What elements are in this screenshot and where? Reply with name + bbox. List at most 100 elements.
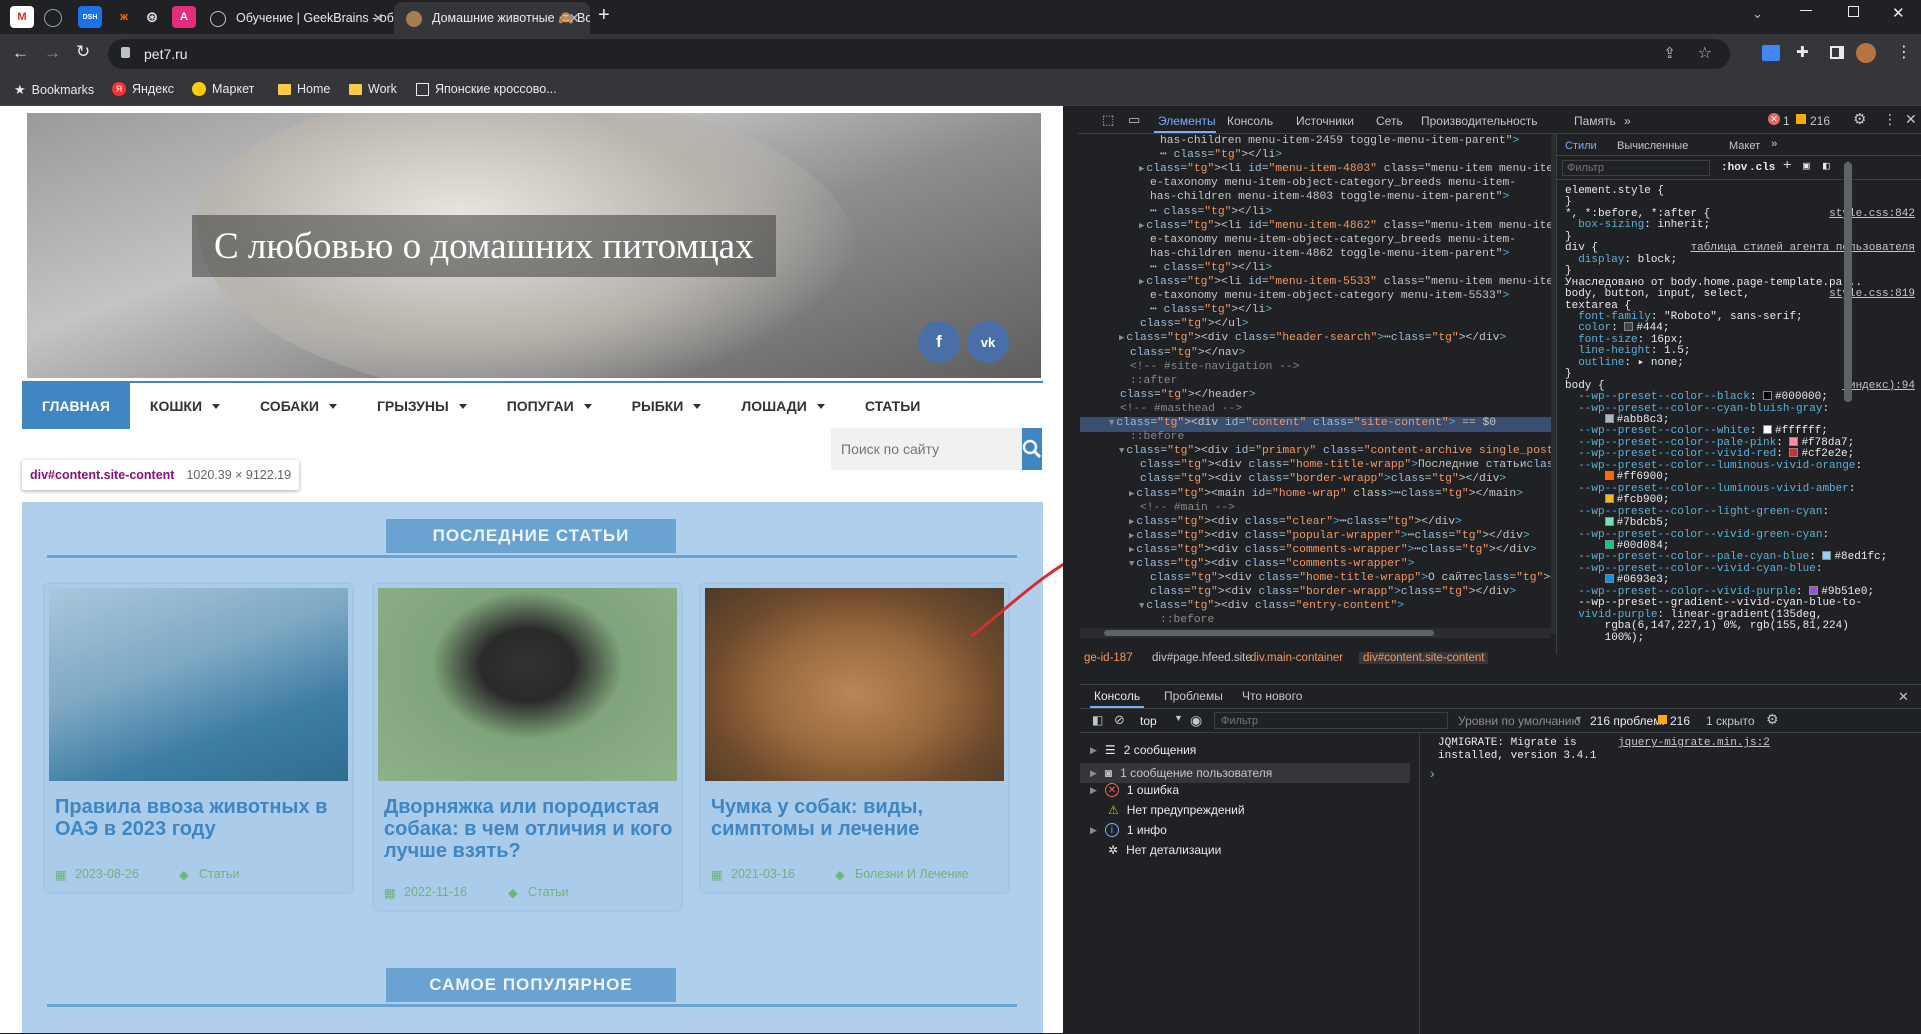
bookmark-market[interactable]: Маркет xyxy=(192,82,254,96)
nav-item-fish[interactable]: РЫБКИ xyxy=(612,383,722,429)
bookmark-sneakers[interactable]: Японские кроссово... xyxy=(416,82,557,96)
error-icon[interactable]: ✕ xyxy=(1768,113,1780,125)
facebook-icon[interactable]: f xyxy=(918,321,960,363)
console-message-source[interactable]: jquery-migrate.min.js:2 xyxy=(1618,737,1770,749)
bookmark-bookmarks[interactable]: ★ Bookmarks xyxy=(14,82,94,98)
tab-console[interactable]: Консоль xyxy=(1227,114,1273,128)
nav-item-articles[interactable]: СТАТЬИ xyxy=(845,383,941,429)
sidebar-errors[interactable]: ▶ ✕ 1 ошибка xyxy=(1090,783,1179,797)
cls-button[interactable]: .cls xyxy=(1749,161,1775,175)
styles-scrollbar-thumb[interactable] xyxy=(1844,162,1852,402)
dom-node-line[interactable]: <!-- #masthead --> xyxy=(1120,402,1242,416)
dom-node-line[interactable]: e-taxonomy menu-item-object-category_bre… xyxy=(1150,176,1516,190)
dom-node-line[interactable]: ▶ class="tg"><div class="clear">⋯class="t… xyxy=(1129,515,1462,529)
paint-icon[interactable]: ▣ xyxy=(1803,160,1810,174)
dom-node-line[interactable]: class="tg"><div class="home-title-wrapp"… xyxy=(1140,458,1551,472)
dom-node-line[interactable]: e-taxonomy menu-item-object-category_bre… xyxy=(1150,233,1516,247)
dom-node-line[interactable]: ▶ class="tg"><div class="popular-wrapper"… xyxy=(1129,529,1530,543)
openai-icon[interactable]: ⊛ xyxy=(140,6,164,28)
kebab-menu-icon[interactable]: ⋮ xyxy=(1883,111,1897,128)
bookmark-yandex[interactable]: Я Яндекс xyxy=(112,82,174,96)
styles-filter-input[interactable] xyxy=(1562,160,1710,176)
sidebar-verbose[interactable]: ✲ Нет детализации xyxy=(1108,843,1221,857)
dom-node-line[interactable]: ⋯ class="tg"></li> xyxy=(1150,205,1272,219)
dom-node-line[interactable]: ⋯ class="tg"></li> xyxy=(1150,303,1272,317)
extensions-icon[interactable]: ✚ xyxy=(1796,43,1809,61)
breadcrumb-item[interactable]: ge-id-187 xyxy=(1084,652,1133,664)
tab-sources[interactable]: Источники xyxy=(1296,114,1354,128)
dom-node-line[interactable]: class="tg"><div class="border-wrapp">cla… xyxy=(1150,585,1516,599)
nav-item-parrots[interactable]: ПОПУГАИ xyxy=(487,383,612,429)
tab-search-icon[interactable]: ⌄ xyxy=(1752,6,1763,22)
device-icon[interactable]: ▭ xyxy=(1128,112,1140,128)
dom-node-line[interactable]: ::before xyxy=(1160,613,1214,627)
vk-icon[interactable]: vk xyxy=(967,321,1009,363)
dom-node-line[interactable]: ▶ class="tg"><li id="menu-item-4862" clas… xyxy=(1139,219,1551,233)
tab-pet7[interactable]: Домашние животные 🙈 Все п ✕ xyxy=(394,2,590,34)
habr-icon[interactable]: ж xyxy=(112,6,136,28)
issues-count[interactable]: 216 xyxy=(1670,714,1690,728)
console-prompt[interactable]: › xyxy=(1430,765,1435,781)
dom-node-line[interactable]: class="tg"><div class="border-wrapp">cla… xyxy=(1140,472,1506,486)
dom-node-line[interactable]: class="tg"></header> xyxy=(1120,388,1256,402)
gear-icon[interactable]: ⚙ xyxy=(1766,711,1779,728)
tab-console-drawer[interactable]: Консоль xyxy=(1094,689,1140,703)
address-bar[interactable]: pet7.ru ⇪ ☆ xyxy=(108,39,1730,69)
dom-node-line[interactable]: ::before xyxy=(1130,430,1184,444)
back-icon[interactable]: ← xyxy=(12,43,29,63)
bookmark-star-icon[interactable]: ☆ xyxy=(1698,43,1712,63)
tab-issues[interactable]: Проблемы xyxy=(1164,689,1223,703)
new-tab-button[interactable]: + xyxy=(598,4,610,27)
article-title[interactable]: Дворняжка или породистая собака: в чем о… xyxy=(384,796,674,862)
app-a-icon[interactable]: A xyxy=(172,6,196,28)
dom-node-line[interactable]: ▼ class="tg"><div id="content" class="sit… xyxy=(1109,416,1496,430)
clear-console-icon[interactable]: ⊘ xyxy=(1114,712,1125,728)
dom-node-line[interactable]: ::after xyxy=(1130,374,1177,388)
add-rule-icon[interactable]: + xyxy=(1783,159,1791,173)
context-selector[interactable]: top xyxy=(1140,714,1157,728)
close-icon[interactable]: ✕ xyxy=(568,10,580,27)
dom-node-line[interactable]: e-taxonomy menu-item-object-category men… xyxy=(1150,289,1509,303)
gmail-icon[interactable]: M xyxy=(10,6,34,28)
dom-node-line[interactable]: ▶ class="tg"><main id="home-wrap" class>⋯… xyxy=(1129,487,1523,501)
dom-node-line[interactable]: ⋯ class="tg"></li> xyxy=(1160,148,1282,162)
tab-computed[interactable]: Вычисленные xyxy=(1617,139,1688,153)
dom-node-line[interactable]: class="tg"></nav> xyxy=(1130,346,1245,360)
tab-elements[interactable]: Элементы xyxy=(1158,114,1216,128)
eye-icon[interactable]: ◉ xyxy=(1190,712,1202,729)
close-drawer-icon[interactable]: ✕ xyxy=(1898,689,1909,705)
dom-node-line[interactable]: ▶ class="tg"><div class="comments-wrapper… xyxy=(1129,543,1537,557)
dom-node-line[interactable]: ▶ class="tg"><div class="header-search">⋯… xyxy=(1119,331,1506,345)
sidebar-toggle-icon[interactable]: ◧ xyxy=(1823,160,1830,174)
close-icon[interactable]: ✕ xyxy=(372,10,384,27)
article-category[interactable]: Статьи xyxy=(528,885,569,899)
dom-node-line[interactable]: class="tg"></ul> xyxy=(1140,317,1249,331)
restore-icon[interactable] xyxy=(1848,6,1859,17)
gear-icon[interactable]: ⚙ xyxy=(1853,110,1866,128)
dom-node-line[interactable]: ⋯ class="tg"></li> xyxy=(1150,261,1272,275)
sidebar-icon[interactable] xyxy=(1830,46,1844,59)
tab-styles[interactable]: Стили xyxy=(1565,139,1597,153)
nav-item-home[interactable]: ГЛАВНАЯ xyxy=(22,383,130,429)
issues-count-label[interactable]: 216 проблем: xyxy=(1590,714,1665,728)
bookmark-work[interactable]: Work xyxy=(349,82,397,96)
sidebar-info[interactable]: ▶ i 1 инфо xyxy=(1090,823,1167,837)
hscroll-thumb[interactable] xyxy=(1104,630,1434,636)
style-rule-line[interactable]: 100%); xyxy=(1565,631,1915,645)
dom-node-line[interactable]: has-children menu-item-4862 toggle-menu-… xyxy=(1150,247,1509,261)
dom-node-line[interactable]: class="tg"><div class="home-title-wrapp"… xyxy=(1150,571,1551,585)
dom-node-line[interactable]: ▼ class="tg"><div id="primary" class="con… xyxy=(1119,444,1551,458)
window-close-icon[interactable]: ✕ xyxy=(1892,4,1905,22)
tab-geekbrains[interactable]: Обучение | GeekBrains - образо ✕ xyxy=(198,2,394,34)
close-devtools-icon[interactable]: ✕ xyxy=(1905,111,1917,128)
bookmark-home[interactable]: Home xyxy=(278,82,330,96)
sidebar-messages[interactable]: ▶ ☰ 2 сообщения xyxy=(1090,743,1196,757)
style-rules[interactable]: element.style {} *, *:before, *:after {st… xyxy=(1557,184,1921,654)
tab-layout[interactable]: Макет xyxy=(1729,139,1760,153)
dom-tree[interactable]: has-children menu-item-2459 toggle-menu-… xyxy=(1080,134,1551,634)
dom-node-line[interactable]: ▶ class="tg"><li id="menu-item-5533" clas… xyxy=(1139,275,1551,289)
breadcrumb-item-active[interactable]: div#content.site-content xyxy=(1359,652,1489,664)
article-card[interactable]: Правила ввоза животных в ОАЭ в 2023 году… xyxy=(45,584,352,892)
translate-icon[interactable] xyxy=(1762,45,1780,61)
error-count[interactable]: 1 xyxy=(1783,114,1790,128)
